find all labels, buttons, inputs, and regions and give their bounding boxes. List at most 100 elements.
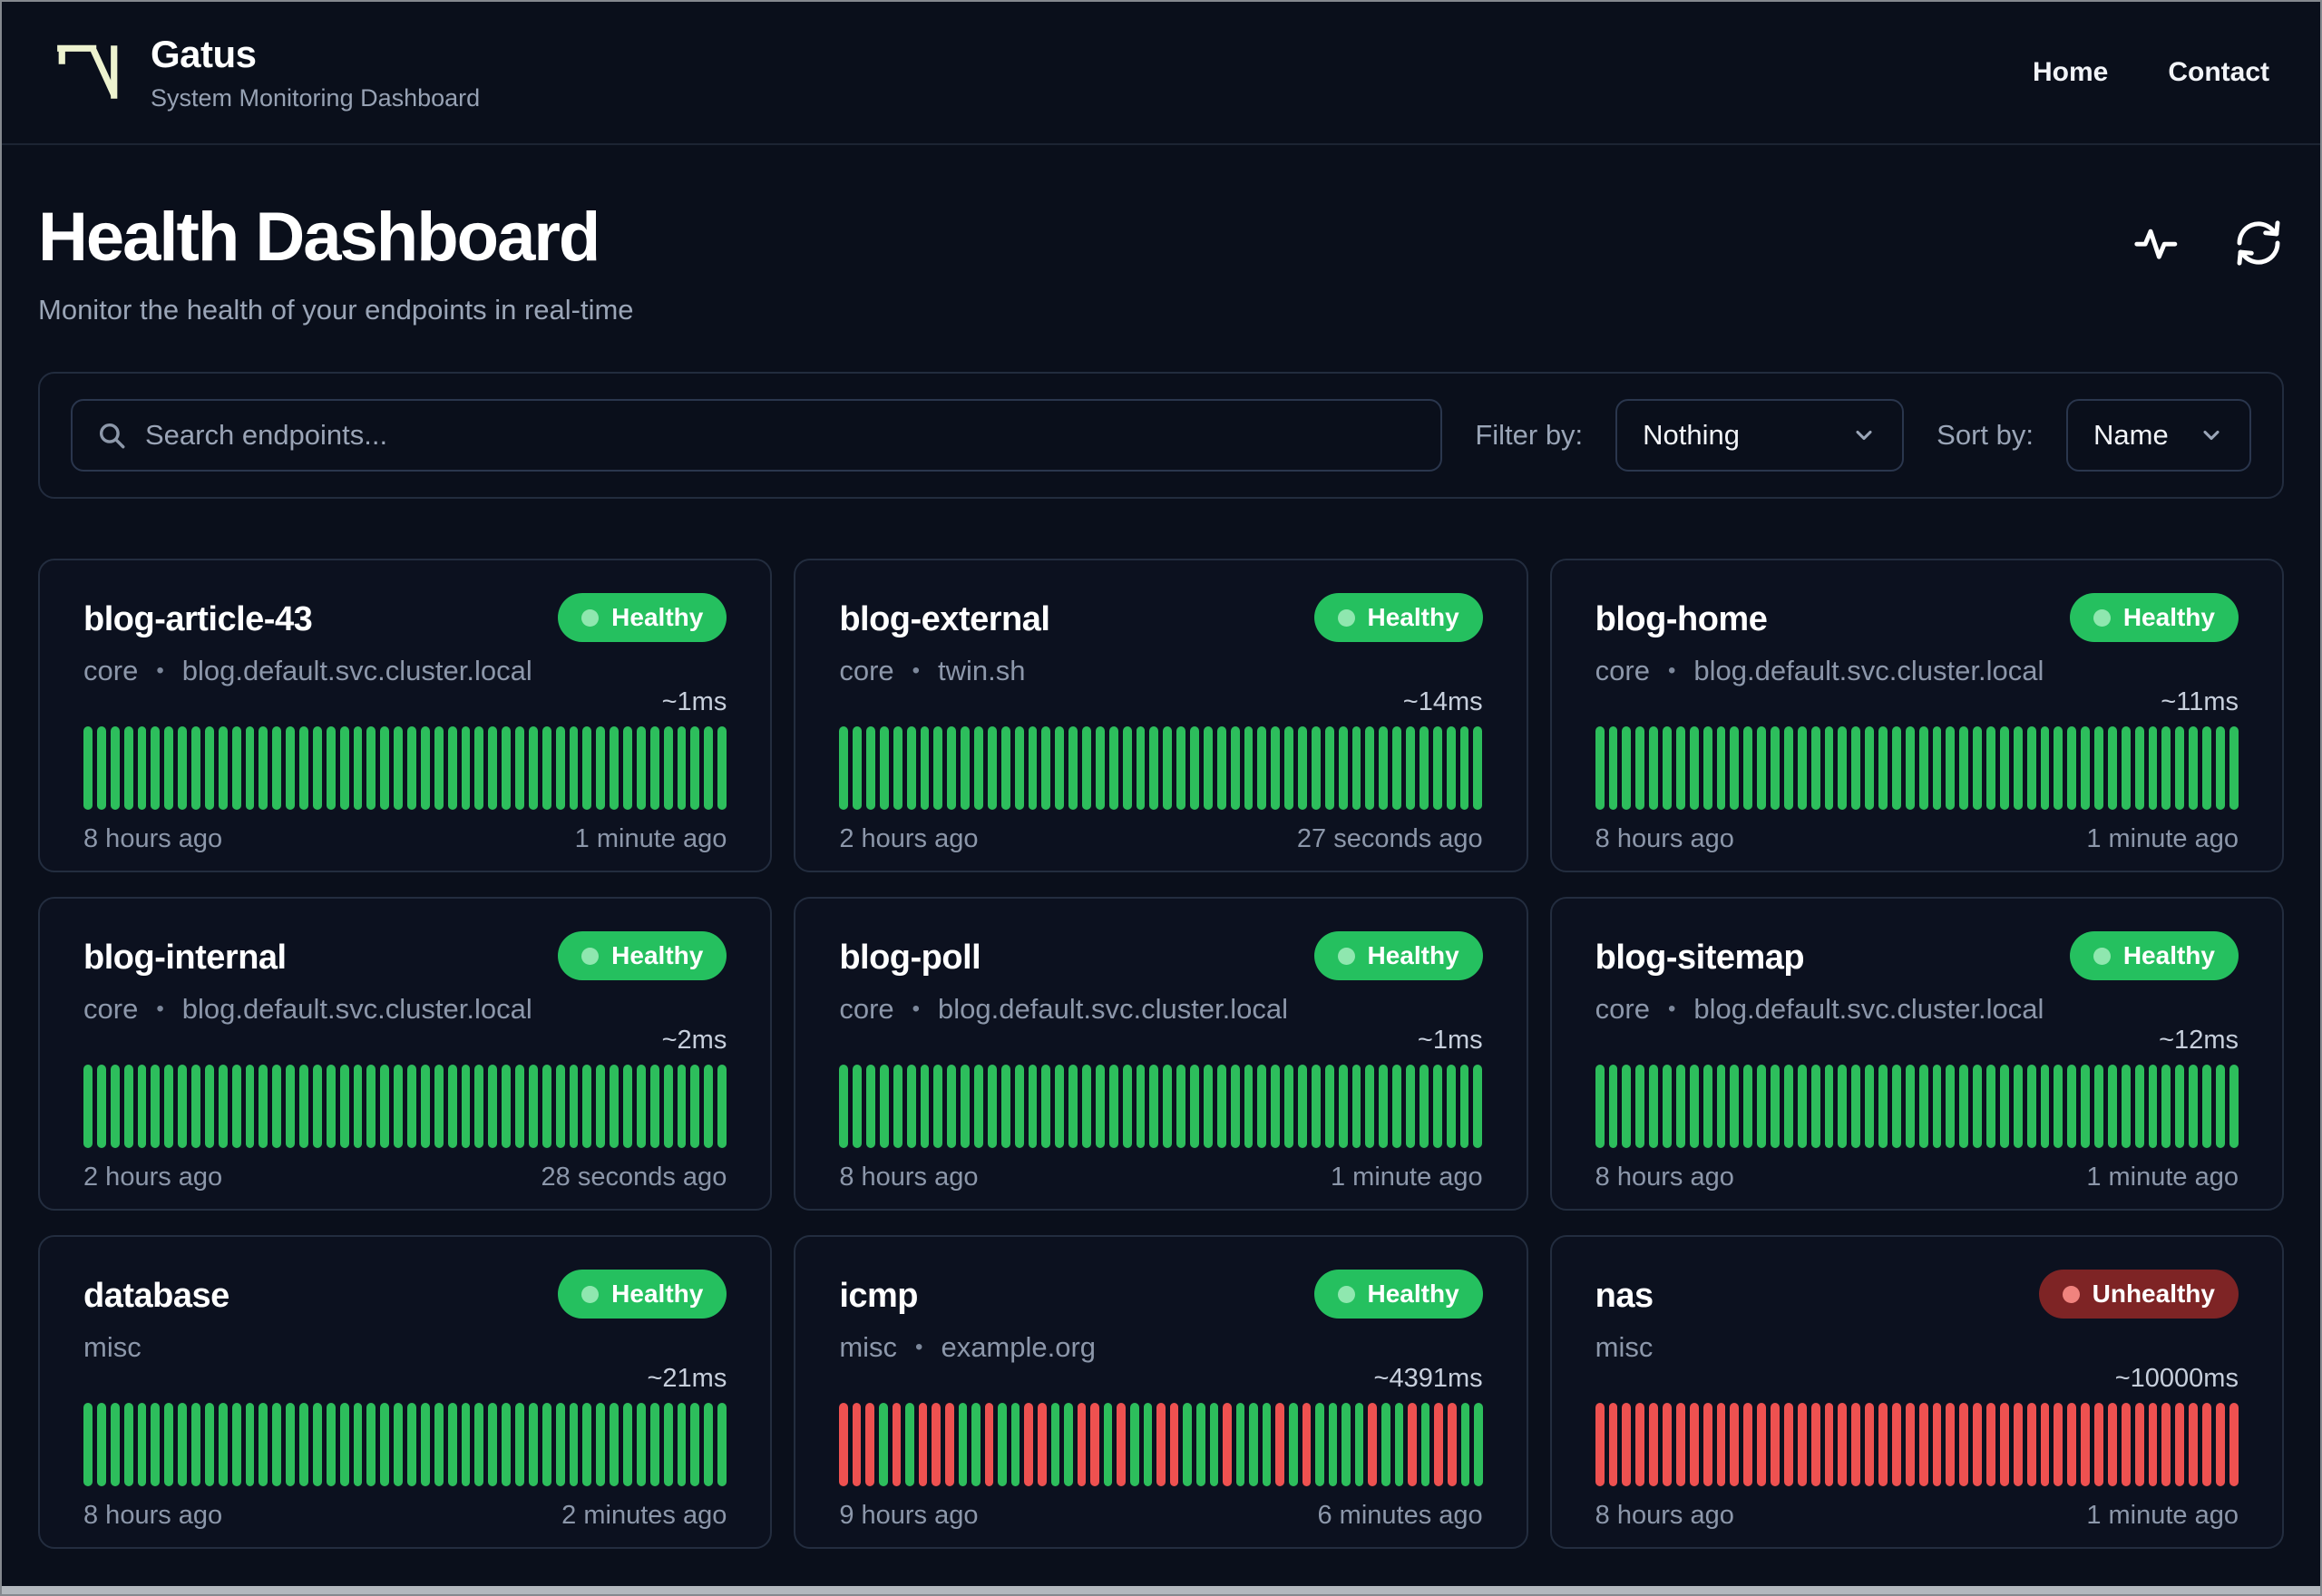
history-bar[interactable]	[2094, 1065, 2103, 1148]
history-bar[interactable]	[610, 1403, 619, 1486]
history-bar[interactable]	[865, 1403, 875, 1486]
history-bar[interactable]	[1262, 1403, 1272, 1486]
history-bar[interactable]	[1275, 1403, 1284, 1486]
history-bar[interactable]	[920, 726, 930, 810]
history-bar[interactable]	[218, 726, 228, 810]
history-bar[interactable]	[2040, 726, 2050, 810]
history-bar[interactable]	[2026, 1403, 2036, 1486]
history-bar[interactable]	[218, 1403, 228, 1486]
history-bar[interactable]	[178, 1065, 187, 1148]
history-bar[interactable]	[123, 726, 133, 810]
history-bar[interactable]	[582, 726, 592, 810]
history-bar[interactable]	[987, 1065, 997, 1148]
history-bar[interactable]	[434, 1403, 444, 1486]
history-bar[interactable]	[555, 1403, 565, 1486]
history-bar[interactable]	[1169, 1403, 1179, 1486]
history-bar[interactable]	[137, 1065, 147, 1148]
history-bar[interactable]	[447, 726, 457, 810]
history-bar[interactable]	[1865, 726, 1875, 810]
history-bar[interactable]	[286, 726, 295, 810]
history-bar[interactable]	[1622, 1403, 1632, 1486]
history-bar[interactable]	[286, 1065, 295, 1148]
history-bar[interactable]	[1216, 726, 1226, 810]
history-bar[interactable]	[1797, 1403, 1807, 1486]
history-bar[interactable]	[96, 1065, 106, 1148]
history-bar[interactable]	[1082, 1065, 1091, 1148]
history-bar[interactable]	[1675, 1065, 1685, 1148]
history-bar[interactable]	[596, 1403, 606, 1486]
history-bar[interactable]	[245, 1403, 255, 1486]
history-bar[interactable]	[1959, 726, 1969, 810]
history-bar[interactable]	[1743, 726, 1753, 810]
history-bar[interactable]	[1783, 726, 1793, 810]
history-bar[interactable]	[380, 1065, 390, 1148]
history-bar[interactable]	[1797, 726, 1807, 810]
history-bar[interactable]	[2175, 1403, 2185, 1486]
search-input[interactable]	[145, 419, 1418, 452]
history-bar[interactable]	[1055, 1065, 1065, 1148]
history-bar[interactable]	[164, 726, 174, 810]
history-bar[interactable]	[1095, 726, 1105, 810]
history-bar[interactable]	[1249, 1403, 1258, 1486]
history-bar[interactable]	[353, 1403, 363, 1486]
history-bar[interactable]	[596, 726, 606, 810]
history-bar[interactable]	[1328, 1403, 1338, 1486]
history-bar[interactable]	[488, 726, 498, 810]
history-bar[interactable]	[2013, 1065, 2023, 1148]
history-bar[interactable]	[1675, 1403, 1685, 1486]
history-bar[interactable]	[1460, 1403, 1470, 1486]
history-bar[interactable]	[2107, 726, 2117, 810]
history-bar[interactable]	[569, 726, 579, 810]
history-bar[interactable]	[984, 1403, 994, 1486]
history-bar[interactable]	[1122, 726, 1132, 810]
history-bar[interactable]	[164, 1065, 174, 1148]
history-bar[interactable]	[1973, 1403, 1983, 1486]
sort-select[interactable]: Name	[2066, 399, 2251, 472]
history-bar[interactable]	[1824, 1065, 1834, 1148]
history-bar[interactable]	[839, 1065, 849, 1148]
history-bar[interactable]	[151, 1065, 161, 1148]
history-bar[interactable]	[1000, 726, 1010, 810]
history-bar[interactable]	[2202, 1065, 2211, 1148]
history-bar[interactable]	[1408, 1403, 1417, 1486]
history-bar[interactable]	[2134, 726, 2144, 810]
history-bar[interactable]	[83, 726, 93, 810]
history-bar[interactable]	[1432, 1065, 1442, 1148]
history-bar[interactable]	[717, 1065, 727, 1148]
endpoint-card-icmp[interactable]: icmp Healthy misc • example.org ~4391ms 9 hour…	[794, 1235, 1528, 1549]
history-bar[interactable]	[259, 1403, 268, 1486]
history-bar[interactable]	[1810, 1065, 1820, 1148]
history-bar[interactable]	[1986, 1065, 1995, 1148]
history-bar[interactable]	[1891, 1403, 1901, 1486]
history-bar[interactable]	[2148, 726, 2158, 810]
history-bar[interactable]	[1244, 1065, 1254, 1148]
history-bar[interactable]	[1190, 1065, 1199, 1148]
history-bar[interactable]	[1473, 1065, 1483, 1148]
history-bar[interactable]	[569, 1403, 579, 1486]
history-bar[interactable]	[961, 726, 971, 810]
history-bar[interactable]	[1257, 726, 1267, 810]
history-bar[interactable]	[1474, 1403, 1483, 1486]
history-bar[interactable]	[272, 1403, 282, 1486]
history-bar[interactable]	[1419, 1065, 1429, 1148]
history-bar[interactable]	[905, 1403, 914, 1486]
history-bar[interactable]	[1986, 1403, 1995, 1486]
history-bar[interactable]	[998, 1403, 1007, 1486]
history-bar[interactable]	[690, 726, 700, 810]
history-bar[interactable]	[1743, 1065, 1753, 1148]
history-bar[interactable]	[191, 1403, 200, 1486]
history-bar[interactable]	[944, 1403, 954, 1486]
history-bar[interactable]	[1183, 1403, 1192, 1486]
history-bar[interactable]	[1090, 1403, 1099, 1486]
history-bar[interactable]	[933, 726, 943, 810]
history-bar[interactable]	[1315, 1403, 1324, 1486]
history-bar[interactable]	[447, 1065, 457, 1148]
history-bar[interactable]	[528, 1403, 538, 1486]
history-bar[interactable]	[853, 1065, 863, 1148]
history-bar[interactable]	[1028, 1065, 1038, 1148]
history-bar[interactable]	[1783, 1065, 1793, 1148]
history-bar[interactable]	[958, 1403, 968, 1486]
history-bar[interactable]	[353, 1065, 363, 1148]
history-bar[interactable]	[1946, 1403, 1956, 1486]
history-bar[interactable]	[2202, 726, 2211, 810]
